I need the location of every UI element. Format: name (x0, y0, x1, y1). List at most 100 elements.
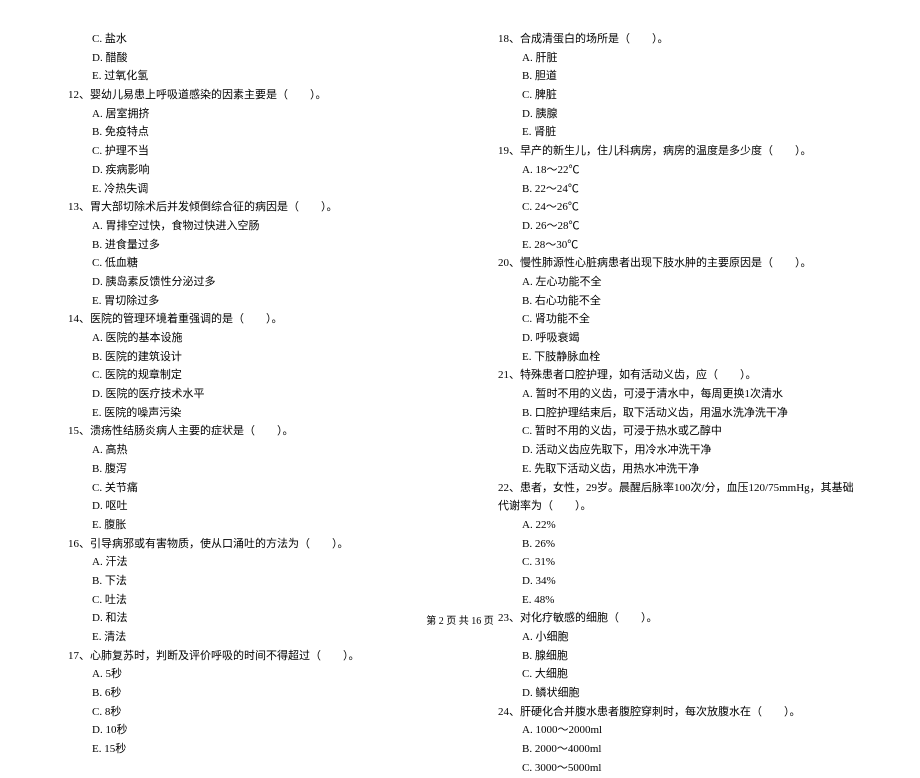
q20: 20、慢性肺源性心脏病患者出现下肢水肿的主要原因是（ ）。 (490, 254, 860, 273)
q24-option-b: B. 2000～4000ml (490, 740, 860, 759)
q19-option-d: D. 26～28℃ (490, 217, 860, 236)
q11-option-d: D. 醋酸 (60, 49, 430, 68)
q14-option-c: C. 医院的规章制定 (60, 366, 430, 385)
content-columns: C. 盐水 D. 醋酸 E. 过氧化氢 12、婴幼儿易患上呼吸道感染的因素主要是… (60, 30, 860, 580)
q24-option-c: C. 3000～5000ml (490, 759, 860, 778)
q14-option-b: B. 医院的建筑设计 (60, 348, 430, 367)
q18-option-d: D. 胰腺 (490, 105, 860, 124)
q18-option-c: C. 脾脏 (490, 86, 860, 105)
q14-option-a: A. 医院的基本设施 (60, 329, 430, 348)
q20-number: 20、 (498, 257, 520, 269)
q13-option-d: D. 胰岛素反馈性分泌过多 (60, 273, 430, 292)
q22-option-c: C. 31% (490, 553, 860, 572)
q24-number: 24、 (498, 706, 520, 718)
q13-number: 13、 (68, 201, 90, 213)
q16-option-b: B. 下法 (60, 572, 430, 591)
q19-option-c: C. 24～26℃ (490, 198, 860, 217)
q16-option-e: E. 清法 (60, 628, 430, 647)
q17-option-d: D. 10秒 (60, 721, 430, 740)
q18-option-a: A. 肝脏 (490, 49, 860, 68)
q12-option-d: D. 疾病影响 (60, 161, 430, 180)
q13-option-a: A. 胃排空过快，食物过快进入空肠 (60, 217, 430, 236)
q12-text: 婴幼儿易患上呼吸道感染的因素主要是（ ）。 (90, 89, 327, 101)
q11-option-e: E. 过氧化氢 (60, 67, 430, 86)
q22-option-a: A. 22% (490, 516, 860, 535)
q15-option-d: D. 呕吐 (60, 497, 430, 516)
q19-option-a: A. 18～22℃ (490, 161, 860, 180)
q21-option-b: B. 口腔护理结束后，取下活动义齿，用温水洗净洗干净 (490, 404, 860, 423)
q14-number: 14、 (68, 313, 90, 325)
q24-text: 肝硬化合并腹水患者腹腔穿刺时，每次放腹水在（ ）。 (520, 706, 801, 718)
q15-text: 溃疡性结肠炎病人主要的症状是（ ）。 (90, 425, 294, 437)
q12-option-c: C. 护理不当 (60, 142, 430, 161)
q21: 21、特殊患者口腔护理，如有活动义齿，应（ ）。 (490, 366, 860, 385)
q20-option-c: C. 肾功能不全 (490, 310, 860, 329)
q13: 13、胃大部切除术后并发倾倒综合征的病因是（ ）。 (60, 198, 430, 217)
q22-option-e: E. 48% (490, 591, 860, 610)
q21-option-d: D. 活动义齿应先取下，用冷水冲洗干净 (490, 441, 860, 460)
q12-option-e: E. 冷热失调 (60, 180, 430, 199)
q23-option-d: D. 鳞状细胞 (490, 684, 860, 703)
q12: 12、婴幼儿易患上呼吸道感染的因素主要是（ ）。 (60, 86, 430, 105)
q16: 16、引导病邪或有害物质，使从口涌吐的方法为（ ）。 (60, 535, 430, 554)
q19: 19、早产的新生儿，住儿科病房，病房的温度是多少度（ ）。 (490, 142, 860, 161)
q22-text: 患者，女性，29岁。晨醒后脉率100次/分，血压120/75mmHg，其基础代谢… (498, 482, 854, 513)
q22-option-d: D. 34% (490, 572, 860, 591)
q15-number: 15、 (68, 425, 90, 437)
q23-option-b: B. 腺细胞 (490, 647, 860, 666)
q19-number: 19、 (498, 145, 520, 157)
q13-option-c: C. 低血糖 (60, 254, 430, 273)
q17-number: 17、 (68, 650, 90, 662)
q14: 14、医院的管理环境着重强调的是（ ）。 (60, 310, 430, 329)
q23-option-c: C. 大细胞 (490, 665, 860, 684)
q23-option-a: A. 小细胞 (490, 628, 860, 647)
page-footer: 第 2 页 共 16 页 (0, 613, 920, 630)
q17-option-e: E. 15秒 (60, 740, 430, 759)
q16-text: 引导病邪或有害物质，使从口涌吐的方法为（ ）。 (90, 538, 349, 550)
q15-option-e: E. 腹胀 (60, 516, 430, 535)
q19-text: 早产的新生儿，住儿科病房，病房的温度是多少度（ ）。 (520, 145, 812, 157)
q22-number: 22、 (498, 482, 520, 494)
q20-text: 慢性肺源性心脏病患者出现下肢水肿的主要原因是（ ）。 (520, 257, 812, 269)
q18-text: 合成清蛋白的场所是（ ）。 (520, 33, 669, 45)
q17-text: 心肺复苏时，判断及评价呼吸的时间不得超过（ ）。 (90, 650, 360, 662)
q20-option-e: E. 下肢静脉血栓 (490, 348, 860, 367)
q14-text: 医院的管理环境着重强调的是（ ）。 (90, 313, 283, 325)
q15-option-b: B. 腹泻 (60, 460, 430, 479)
q17-option-b: B. 6秒 (60, 684, 430, 703)
q14-option-d: D. 医院的医疗技术水平 (60, 385, 430, 404)
q20-option-d: D. 呼吸衰竭 (490, 329, 860, 348)
q16-option-c: C. 吐法 (60, 591, 430, 610)
q22-option-b: B. 26% (490, 535, 860, 554)
q21-text: 特殊患者口腔护理，如有活动义齿，应（ ）。 (520, 369, 757, 381)
q18-option-b: B. 胆道 (490, 67, 860, 86)
q17: 17、心肺复苏时，判断及评价呼吸的时间不得超过（ ）。 (60, 647, 430, 666)
q17-option-a: A. 5秒 (60, 665, 430, 684)
q22: 22、患者，女性，29岁。晨醒后脉率100次/分，血压120/75mmHg，其基… (490, 479, 860, 516)
right-column: 18、合成清蛋白的场所是（ ）。 A. 肝脏 B. 胆道 C. 脾脏 D. 胰腺… (490, 30, 860, 580)
q12-option-b: B. 免疫特点 (60, 123, 430, 142)
q21-option-a: A. 暂时不用的义齿，可浸于清水中，每周更换1次清水 (490, 385, 860, 404)
q18-option-e: E. 肾脏 (490, 123, 860, 142)
q21-number: 21、 (498, 369, 520, 381)
q17-option-c: C. 8秒 (60, 703, 430, 722)
q19-option-b: B. 22～24℃ (490, 180, 860, 199)
q20-option-a: A. 左心功能不全 (490, 273, 860, 292)
q21-option-c: C. 暂时不用的义齿，可浸于热水或乙醇中 (490, 422, 860, 441)
q13-option-e: E. 胃切除过多 (60, 292, 430, 311)
q21-option-e: E. 先取下活动义齿，用热水冲洗干净 (490, 460, 860, 479)
q12-option-a: A. 居室拥挤 (60, 105, 430, 124)
q24: 24、肝硬化合并腹水患者腹腔穿刺时，每次放腹水在（ ）。 (490, 703, 860, 722)
left-column: C. 盐水 D. 醋酸 E. 过氧化氢 12、婴幼儿易患上呼吸道感染的因素主要是… (60, 30, 430, 580)
q15: 15、溃疡性结肠炎病人主要的症状是（ ）。 (60, 422, 430, 441)
q18: 18、合成清蛋白的场所是（ ）。 (490, 30, 860, 49)
q15-option-c: C. 关节痛 (60, 479, 430, 498)
q16-number: 16、 (68, 538, 90, 550)
q19-option-e: E. 28～30℃ (490, 236, 860, 255)
q16-option-a: A. 汗法 (60, 553, 430, 572)
q18-number: 18、 (498, 33, 520, 45)
q13-text: 胃大部切除术后并发倾倒综合征的病因是（ ）。 (90, 201, 338, 213)
q20-option-b: B. 右心功能不全 (490, 292, 860, 311)
q14-option-e: E. 医院的噪声污染 (60, 404, 430, 423)
q24-option-a: A. 1000～2000ml (490, 721, 860, 740)
